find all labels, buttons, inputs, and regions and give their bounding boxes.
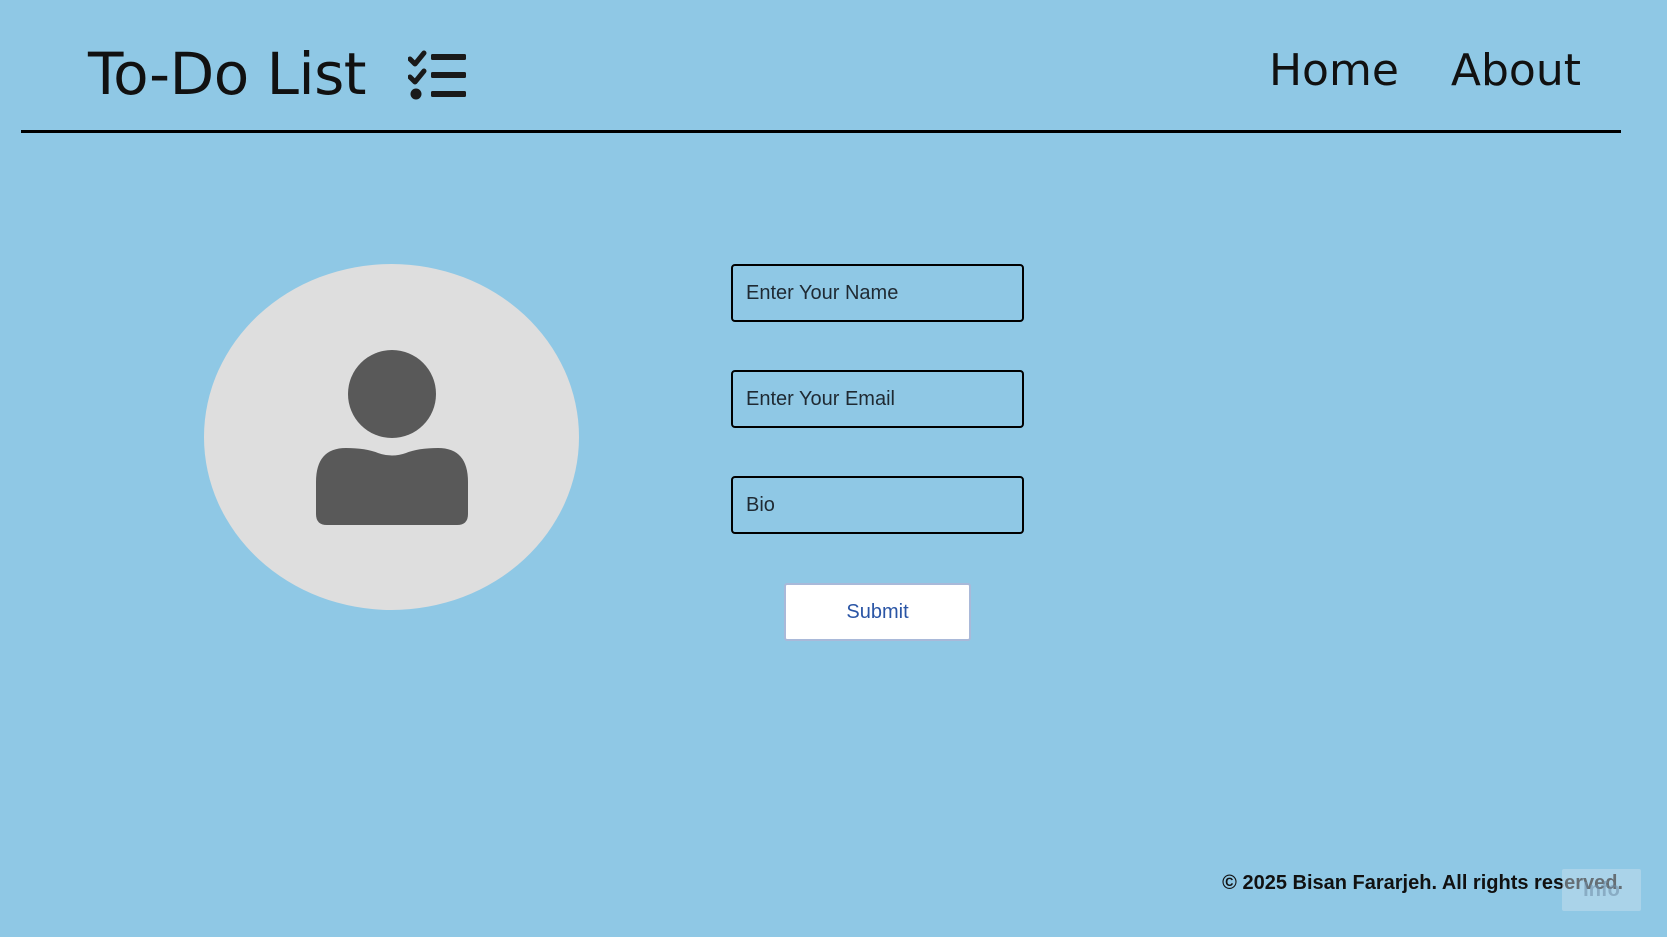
nav-home-link[interactable]: Home: [1269, 40, 1399, 102]
profile-form: Submit: [731, 264, 1025, 641]
avatar: [204, 264, 579, 610]
user-icon: [315, 349, 468, 525]
brand: To-Do List: [88, 38, 468, 110]
list-check-icon: [407, 50, 468, 102]
page-title: To-Do List: [88, 40, 367, 108]
info-button[interactable]: Info: [1562, 869, 1641, 911]
bio-input[interactable]: [731, 476, 1024, 534]
email-input[interactable]: [731, 370, 1024, 428]
nav-about-link[interactable]: About: [1451, 40, 1581, 102]
header-divider: [21, 130, 1621, 133]
name-input[interactable]: [731, 264, 1024, 322]
header: To-Do List Home About: [0, 0, 1667, 134]
submit-button[interactable]: Submit: [784, 583, 971, 641]
main-nav: Home About: [1269, 40, 1581, 102]
